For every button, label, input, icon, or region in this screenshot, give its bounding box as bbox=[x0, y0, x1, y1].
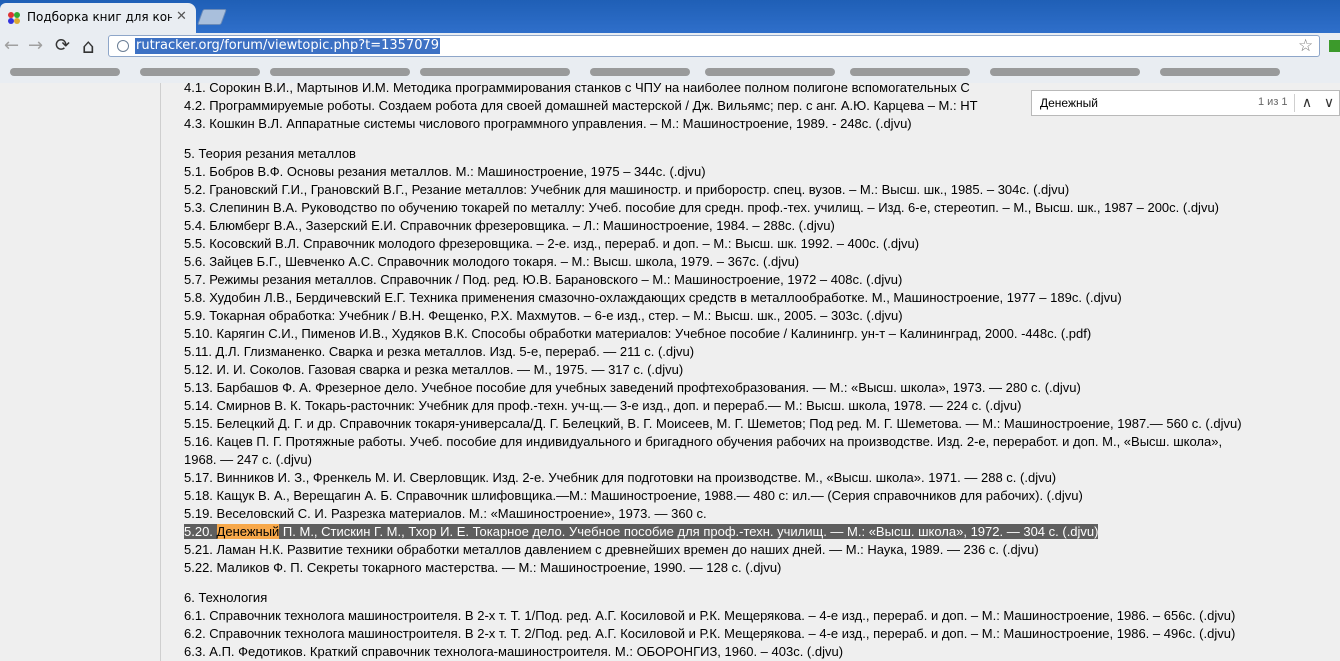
post-line: 5.7. Режимы резания металлов. Справочник… bbox=[184, 272, 903, 287]
post-line: 5.9. Токарная обработка: Учебник / В.Н. … bbox=[184, 308, 903, 323]
forum-sidebar bbox=[0, 83, 161, 661]
url-text[interactable]: rutracker.org/forum/viewtopic.php?t=1357… bbox=[135, 38, 441, 54]
close-icon[interactable]: ✕ bbox=[176, 9, 187, 24]
find-bar: Денежный 1 из 1 ∧ ∨ bbox=[1031, 90, 1340, 116]
find-divider bbox=[1294, 94, 1295, 112]
find-match: Денежный bbox=[216, 524, 280, 539]
post-line: 4.3. Кошкин В.Л. Аппаратные системы числ… bbox=[184, 116, 912, 131]
section-heading: 5. Теория резания металлов bbox=[184, 146, 356, 161]
new-tab-icon[interactable] bbox=[197, 9, 227, 25]
find-next-icon[interactable]: ∨ bbox=[1319, 93, 1339, 113]
post-line: 5.13. Барбашов Ф. А. Фрезерное дело. Уче… bbox=[184, 380, 1081, 395]
bookmark-item[interactable] bbox=[705, 68, 835, 76]
post-line: 5.5. Косовский В.Л. Справочник молодого … bbox=[184, 236, 920, 251]
post-line: 5.6. Зайцев Б.Г., Шевченко А.С. Справочн… bbox=[184, 254, 800, 269]
post-line: 5.16. Кацев П. Г. Протяжные работы. Учеб… bbox=[184, 434, 1223, 449]
bookmark-item[interactable] bbox=[1160, 68, 1280, 76]
bookmark-item[interactable] bbox=[850, 68, 970, 76]
post-line: 5.4. Блюмберг В.А., Зазерский Е.И. Справ… bbox=[184, 218, 835, 233]
bookmark-item[interactable] bbox=[990, 68, 1140, 76]
globe-icon bbox=[117, 40, 129, 52]
bookmark-item[interactable] bbox=[140, 68, 260, 76]
tab-title: Подборка книг для констр bbox=[27, 10, 172, 24]
highlighted-line: 5.20. Денежный П. М., Стискин Г. М., Тхо… bbox=[184, 523, 1099, 540]
post-line: 5.22. Маликов Ф. П. Секреты токарного ма… bbox=[184, 560, 782, 575]
post-line: 5.2. Грановский Г.И., Грановский В.Г., Р… bbox=[184, 182, 1070, 197]
extension-icon[interactable] bbox=[1329, 40, 1340, 52]
post-line: 6.1. Справочник технолога машиностроител… bbox=[184, 608, 1236, 623]
post-line: 5.1. Бобров В.Ф. Основы резания металлов… bbox=[184, 164, 706, 179]
home-icon[interactable]: ⌂ bbox=[82, 36, 95, 56]
post-line: 5.12. И. И. Соколов. Газовая сварка и ре… bbox=[184, 362, 684, 377]
post-line: 1968. — 247 с. (.djvu) bbox=[184, 452, 312, 467]
post-line: 5.19. Веселовский С. И. Разрезка материа… bbox=[184, 506, 707, 521]
post-line: 6.3. А.П. Федотиков. Краткий справочник … bbox=[184, 644, 844, 659]
find-input[interactable]: Денежный bbox=[1040, 96, 1098, 110]
forward-icon[interactable]: → bbox=[28, 37, 43, 55]
highlight-rest: П. М., Стискин Г. М., Тхор И. Е. Токарно… bbox=[279, 524, 1099, 539]
post-line: 6.2. Справочник технолога машиностроител… bbox=[184, 626, 1236, 641]
post-line: 5.15. Белецкий Д. Г. и др. Справочник то… bbox=[184, 416, 1242, 431]
bookmark-item[interactable] bbox=[590, 68, 690, 76]
browser-tab[interactable]: Подборка книг для констр ✕ bbox=[0, 3, 196, 33]
page-content: 4.1. Сорокин В.И., Мартынов И.М. Методик… bbox=[0, 83, 1340, 661]
post-line: 5.11. Д.Л. Глизманенко. Сварка и резка м… bbox=[184, 344, 695, 359]
highlight-prefix: 5.20. bbox=[184, 524, 217, 539]
bookmark-item[interactable] bbox=[270, 68, 410, 76]
tab-strip: Подборка книг для констр ✕ bbox=[0, 0, 1340, 33]
bookmarks-bar bbox=[0, 60, 1340, 83]
post-line: 5.10. Карягин С.И., Пименов И.В., Худяко… bbox=[184, 326, 1092, 341]
post-line: 5.17. Винников И. З., Френкель М. И. Све… bbox=[184, 470, 1057, 485]
star-icon[interactable]: ☆ bbox=[1298, 36, 1313, 56]
address-bar[interactable]: rutracker.org/forum/viewtopic.php?t=1357… bbox=[108, 35, 1320, 57]
find-prev-icon[interactable]: ∧ bbox=[1297, 93, 1317, 113]
post-line: 5.8. Худобин Л.В., Бердичевский Е.Г. Тех… bbox=[184, 290, 1122, 305]
section-heading: 6. Технология bbox=[184, 590, 268, 605]
post-line: 5.18. Кащук В. А., Верещагин А. Б. Справ… bbox=[184, 488, 1083, 503]
reload-icon[interactable]: ⟳ bbox=[55, 37, 70, 55]
find-count: 1 из 1 bbox=[1258, 96, 1288, 108]
post-line: 5.14. Смирнов В. К. Токарь-расточник: Уч… bbox=[184, 398, 1022, 413]
back-icon[interactable]: ← bbox=[4, 37, 19, 55]
post-line: 5.21. Ламан Н.К. Развитие техники обрабо… bbox=[184, 542, 1039, 557]
bookmark-item[interactable] bbox=[420, 68, 570, 76]
favicon-icon bbox=[8, 12, 20, 24]
post-line: 5.3. Слепинин В.А. Руководство по обучен… bbox=[184, 200, 1220, 215]
post-line: 4.2. Программируемые роботы. Создаем роб… bbox=[184, 98, 978, 113]
post-line: 4.1. Сорокин В.И., Мартынов И.М. Методик… bbox=[184, 83, 970, 95]
bookmark-item[interactable] bbox=[10, 68, 120, 76]
